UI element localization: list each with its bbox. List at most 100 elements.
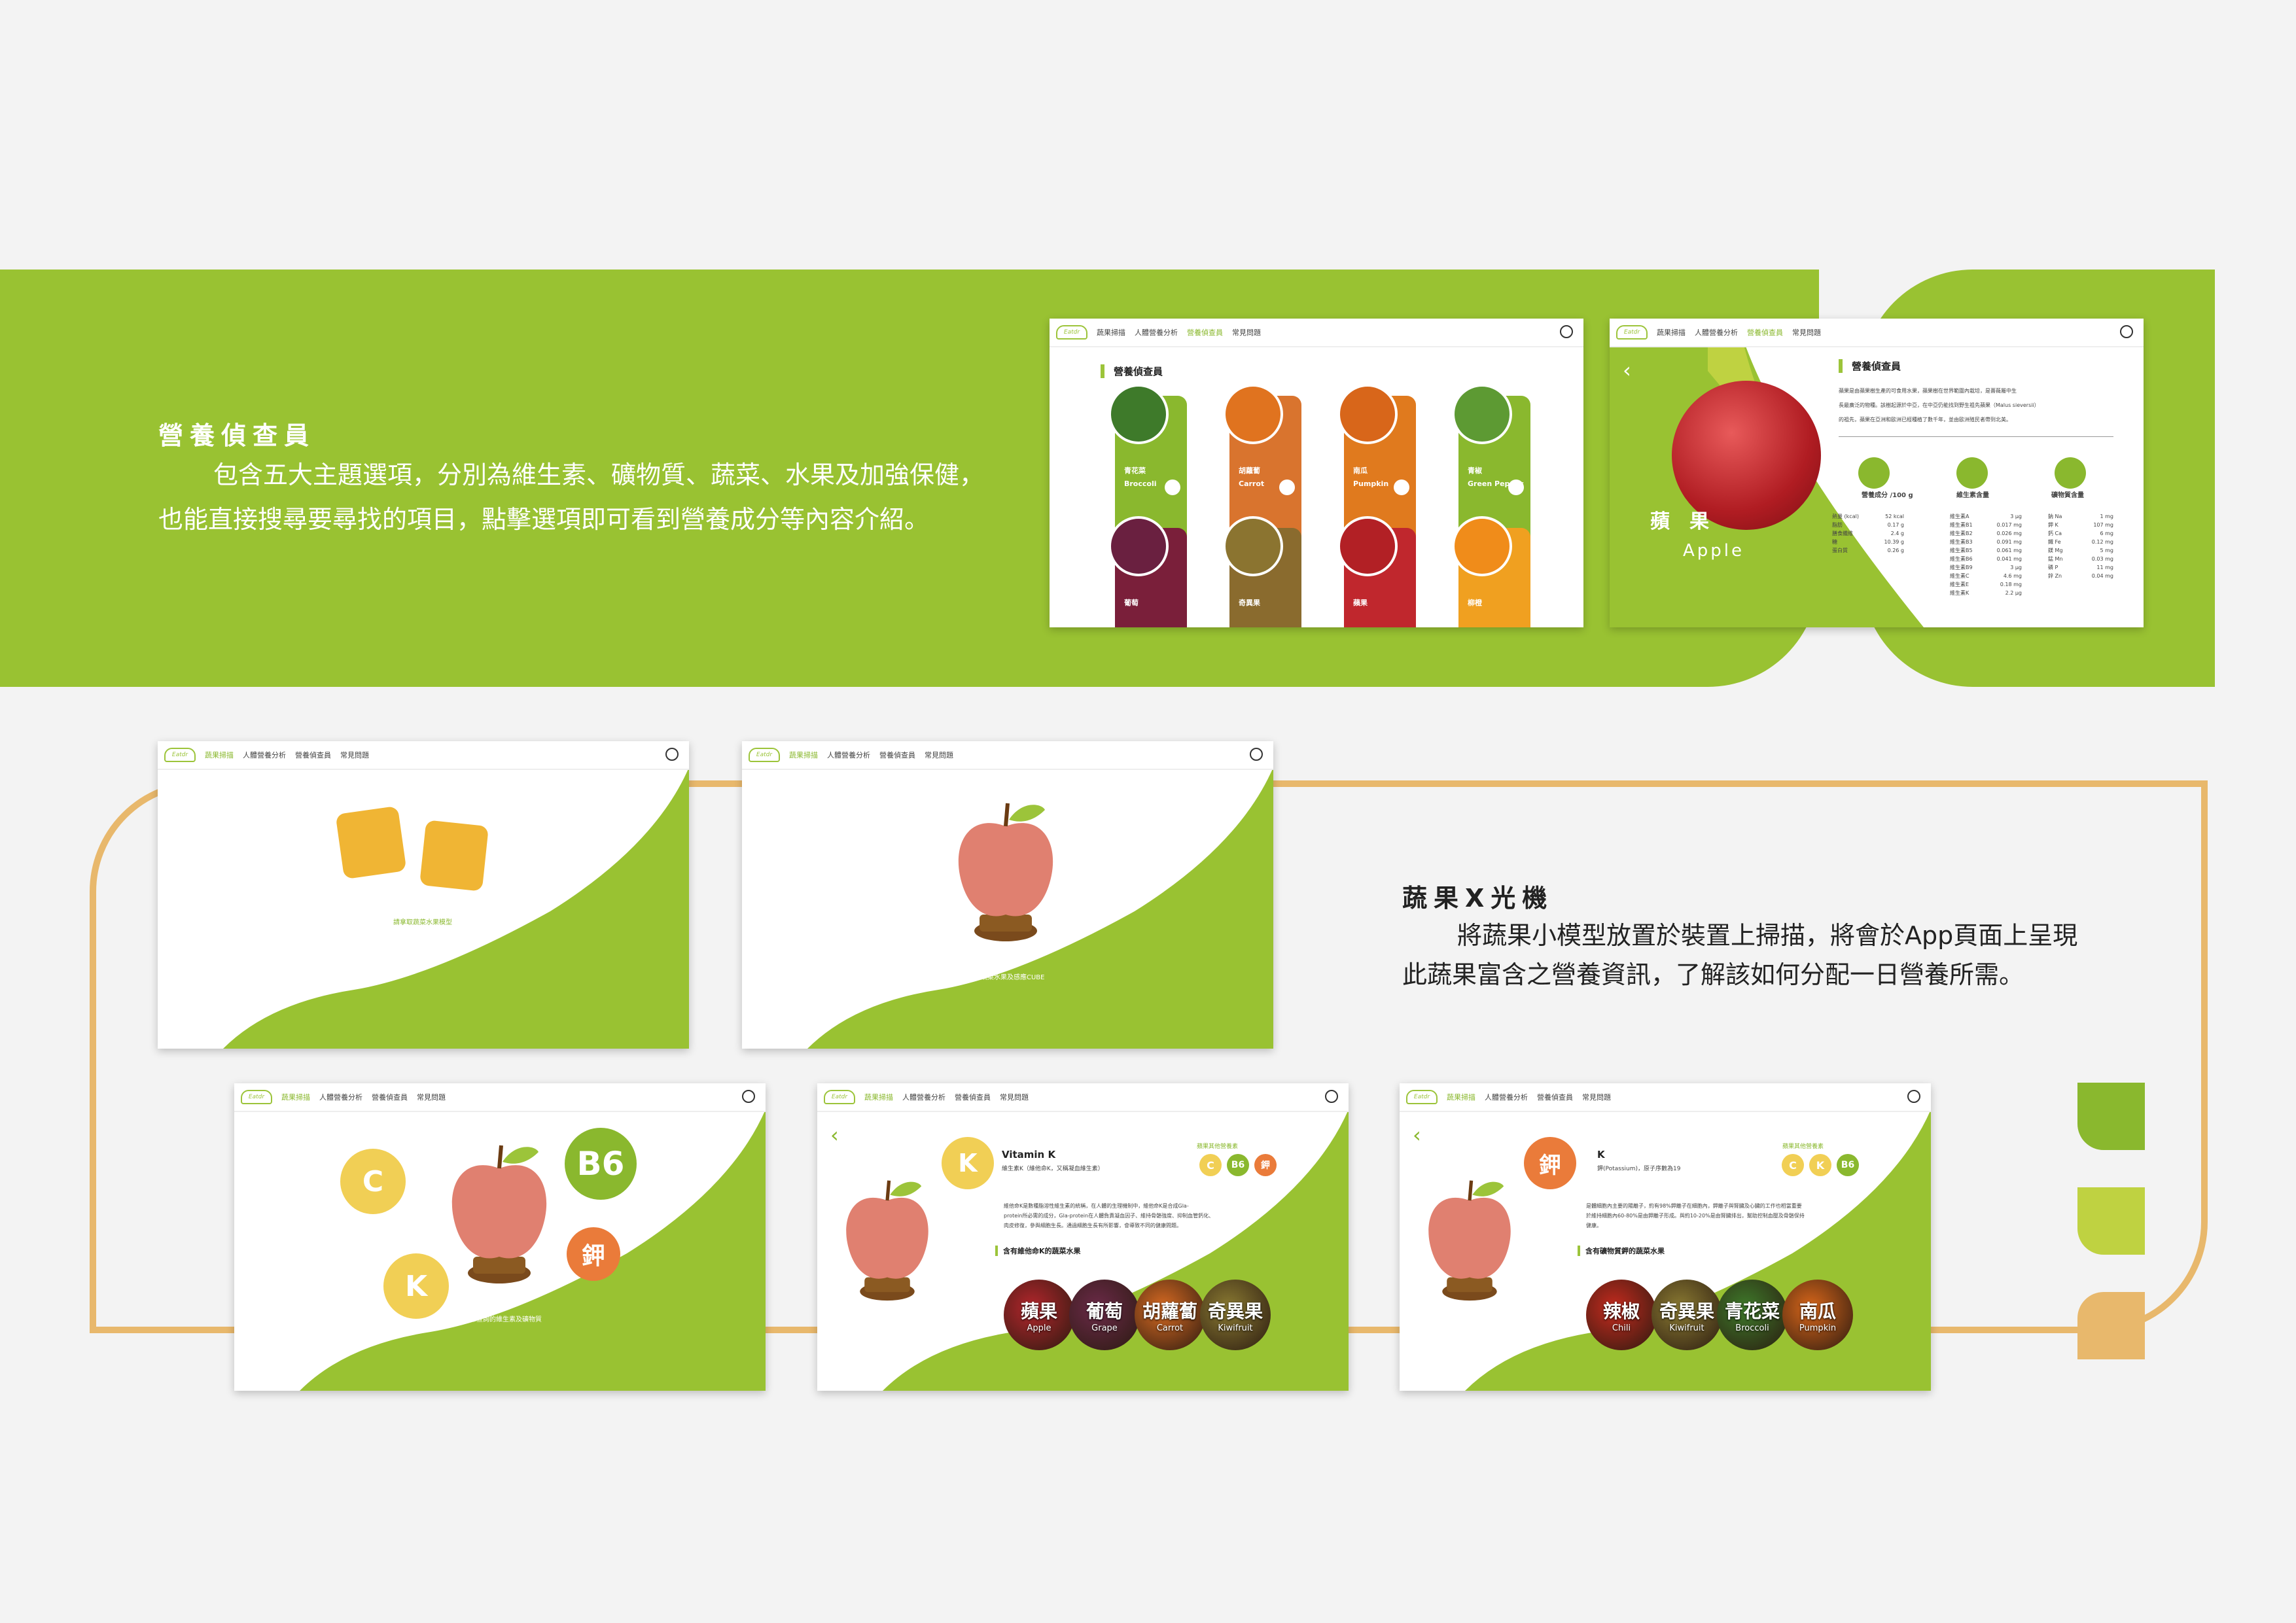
back-arrow-icon[interactable]: ‹ [1413, 1123, 1421, 1147]
nutrient-value: 0.091 mg [1996, 539, 2022, 545]
nav-item-body[interactable]: 人體營養分析 [1485, 1092, 1528, 1102]
food-item[interactable]: 青花菜 Broccoli [1717, 1280, 1788, 1350]
badge-vitamin-b6[interactable]: B6 [1227, 1154, 1249, 1176]
badge-potassium[interactable]: 鉀 [567, 1227, 620, 1281]
nav-item-scan[interactable]: 蔬果掃描 [1657, 327, 1686, 338]
nutrient-row: 鐵 Fe 0.12 mg [2048, 538, 2113, 546]
nav-item-scan[interactable]: 蔬果掃描 [789, 750, 818, 760]
food-item[interactable]: 辣椒 Chili [1586, 1280, 1657, 1350]
badge-vitamin-c[interactable]: C [1782, 1154, 1804, 1176]
badge-vitamin-k[interactable]: K [1809, 1154, 1831, 1176]
item-card[interactable]: 柳橙 [1452, 516, 1530, 627]
item-photo [1452, 384, 1512, 444]
food-name-en: Grape [1091, 1323, 1118, 1333]
nav-item-scan[interactable]: 蔬果掃描 [1097, 327, 1125, 338]
app-nav: Eatdr 蔬果掃描 人體營養分析 營養偵查員 常見問題 [234, 1083, 766, 1112]
screen-apple-model: Eatdr 蔬果掃描 人體營養分析 營養偵查員 常見問題 請拿取蔬菜水果及感應C… [742, 741, 1273, 1049]
item-card[interactable]: 奇異果 [1223, 516, 1301, 627]
nav-item-faq[interactable]: 常見問題 [925, 750, 953, 760]
nav-item-detective[interactable]: 營養偵查員 [1187, 327, 1223, 338]
badge-vitamin-b6[interactable]: B6 [565, 1128, 637, 1200]
food-item[interactable]: 奇異果 Kiwifruit [1200, 1280, 1271, 1350]
nutrient-name: 鎂 Mg [2048, 548, 2063, 553]
nutrient-value: 0.26 g [1887, 548, 1904, 553]
screen-nutrient-badges: Eatdr 蔬果掃描 人體營養分析 營養偵查員 常見問題 C B6 K 鉀 點擊… [234, 1083, 766, 1391]
nav-item-faq[interactable]: 常見問題 [1000, 1092, 1029, 1102]
back-arrow-icon[interactable]: ‹ [1623, 358, 1631, 383]
app-logo: Eatdr [749, 748, 780, 762]
badge-vitamin-c[interactable]: C [1199, 1154, 1222, 1176]
item-card[interactable]: 葡萄 [1108, 516, 1187, 627]
nav-item-body[interactable]: 人體營養分析 [902, 1092, 945, 1102]
badge-vitamin-b6[interactable]: B6 [1837, 1154, 1859, 1176]
nav-item-faq[interactable]: 常見問題 [340, 750, 369, 760]
magnifier-icon[interactable] [1165, 480, 1180, 495]
nutrient-value: 2.4 g [1890, 531, 1904, 536]
nutrient-row: 維生素B5 0.061 mg [1950, 546, 2022, 555]
nav-item-body[interactable]: 人體營養分析 [1695, 327, 1738, 338]
nutrition-list: 熱量 (kcal) 52 kcal 脂肪 0.17 g 膳食纖維 2.4 g 糖 10.39 … [1832, 512, 1904, 555]
nav-item-scan[interactable]: 蔬果掃描 [1447, 1092, 1475, 1102]
nav-item-detective[interactable]: 營養偵查員 [879, 750, 915, 760]
intro-line: 蘋果是由蘋果樹生產的可食用水果，蘋果樹在世界範圍內栽培，是薔薇屬中生 [1839, 388, 2017, 394]
nutrient-name: 糖 [1832, 539, 1837, 545]
nav-item-scan[interactable]: 蔬果掃描 [281, 1092, 310, 1102]
user-icon[interactable] [742, 1090, 755, 1103]
nutrient-row: 鈣 Ca 6 mg [2048, 529, 2113, 538]
app-logo: Eatdr [1056, 325, 1087, 340]
screen-apple-detail: Eatdr 蔬果掃描 人體營養分析 營養偵查員 常見問題 ‹ 蘋 果 Apple… [1610, 319, 2144, 627]
nutrient-row: 鈉 Na 1 mg [2048, 512, 2113, 521]
nutrient-value: 0.03 mg [2091, 556, 2113, 562]
nav-item-detective[interactable]: 營養偵查員 [295, 750, 331, 760]
food-item[interactable]: 南瓜 Pumpkin [1782, 1280, 1853, 1350]
badge-potassium[interactable]: 鉀 [1254, 1154, 1277, 1176]
food-name-zh: 胡蘿蔔 [1142, 1300, 1197, 1322]
item-label: 青花菜 Broccoli [1124, 464, 1157, 491]
badge-vitamin-k[interactable]: K [383, 1253, 449, 1319]
apple-model-icon [1428, 1180, 1511, 1301]
nav-item-body[interactable]: 人體營養分析 [1135, 327, 1178, 338]
nav-item-detective[interactable]: 營養偵查員 [1747, 327, 1783, 338]
nutrient-value: 11 mg [2096, 565, 2113, 570]
item-photo [1452, 516, 1512, 576]
food-item[interactable]: 胡蘿蔔 Carrot [1135, 1280, 1205, 1350]
item-name-zh: 南瓜 [1353, 466, 1368, 475]
magnifier-icon[interactable] [1279, 480, 1295, 495]
item-photo [1108, 516, 1169, 576]
nav-item-detective[interactable]: 營養偵查員 [955, 1092, 991, 1102]
magnifier-icon[interactable] [1508, 480, 1524, 495]
food-name-zh: 南瓜 [1799, 1300, 1836, 1322]
badge-vitamin-c[interactable]: C [340, 1149, 406, 1214]
nav-item-body[interactable]: 人體營養分析 [319, 1092, 362, 1102]
food-item[interactable]: 奇異果 Kiwifruit [1651, 1280, 1722, 1350]
nutrient-value: 52 kcal [1885, 514, 1904, 519]
nav-item-scan[interactable]: 蔬果掃描 [205, 750, 234, 760]
user-icon[interactable] [2120, 325, 2133, 338]
user-icon[interactable] [665, 748, 679, 761]
food-name-zh: 奇異果 [1207, 1300, 1263, 1322]
nav-item-body[interactable]: 人體營養分析 [827, 750, 870, 760]
food-name-en: Carrot [1156, 1323, 1184, 1333]
item-card[interactable]: 蘋果 [1337, 516, 1416, 627]
user-icon[interactable] [1907, 1090, 1920, 1103]
food-item[interactable]: 葡萄 Grape [1069, 1280, 1140, 1350]
nav-item-scan[interactable]: 蔬果掃描 [864, 1092, 893, 1102]
divider [1839, 436, 2113, 437]
nav-item-faq[interactable]: 常見問題 [1582, 1092, 1611, 1102]
nav-item-faq[interactable]: 常見問題 [417, 1092, 446, 1102]
back-arrow-icon[interactable]: ‹ [830, 1123, 839, 1147]
nav-item-body[interactable]: 人體營養分析 [243, 750, 286, 760]
user-icon[interactable] [1325, 1090, 1338, 1103]
user-icon[interactable] [1560, 325, 1573, 338]
nutrient-row: 維生素B9 3 μg [1950, 563, 2022, 572]
food-name-en: Pumpkin [1799, 1323, 1837, 1333]
food-item[interactable]: 蘋果 Apple [1004, 1280, 1074, 1350]
nav-item-detective[interactable]: 營養偵查員 [372, 1092, 408, 1102]
user-icon[interactable] [1250, 748, 1263, 761]
magnifier-icon[interactable] [1394, 480, 1409, 495]
nav-item-faq[interactable]: 常見問題 [1232, 327, 1261, 338]
nav-item-faq[interactable]: 常見問題 [1792, 327, 1821, 338]
fruit-name-en: Apple [1683, 541, 1745, 561]
foods-list-title: 含有維他命K的蔬菜水果 [995, 1246, 1081, 1256]
nav-item-detective[interactable]: 營養偵查員 [1537, 1092, 1573, 1102]
